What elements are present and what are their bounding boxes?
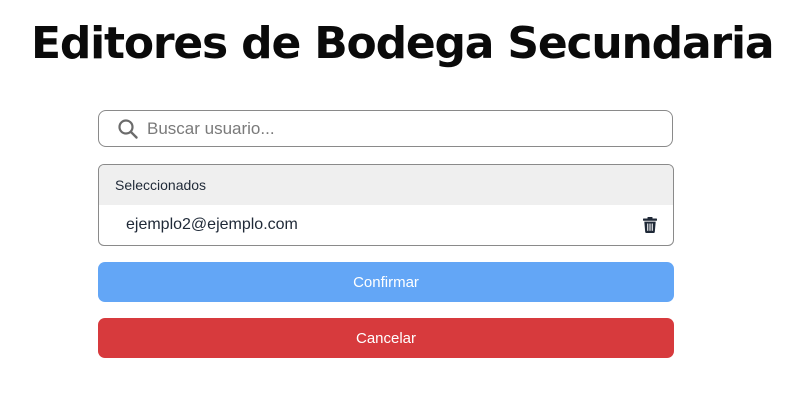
cancel-button[interactable]: Cancelar bbox=[98, 318, 674, 358]
page-title: Editores de Bodega Secundaria bbox=[31, 18, 775, 69]
search-input[interactable] bbox=[145, 117, 649, 140]
trash-icon[interactable] bbox=[641, 216, 659, 234]
list-item: ejemplo2@ejemplo.com bbox=[99, 205, 673, 245]
search-field[interactable] bbox=[98, 110, 673, 147]
selected-header: Seleccionados bbox=[99, 165, 673, 205]
page: Editores de Bodega Secundaria Selecciona… bbox=[0, 0, 791, 411]
search-icon bbox=[117, 118, 139, 140]
selected-users-panel: Seleccionados ejemplo2@ejemplo.com bbox=[98, 164, 674, 246]
selected-email: ejemplo2@ejemplo.com bbox=[126, 216, 298, 233]
confirm-button[interactable]: Confirmar bbox=[98, 262, 674, 302]
